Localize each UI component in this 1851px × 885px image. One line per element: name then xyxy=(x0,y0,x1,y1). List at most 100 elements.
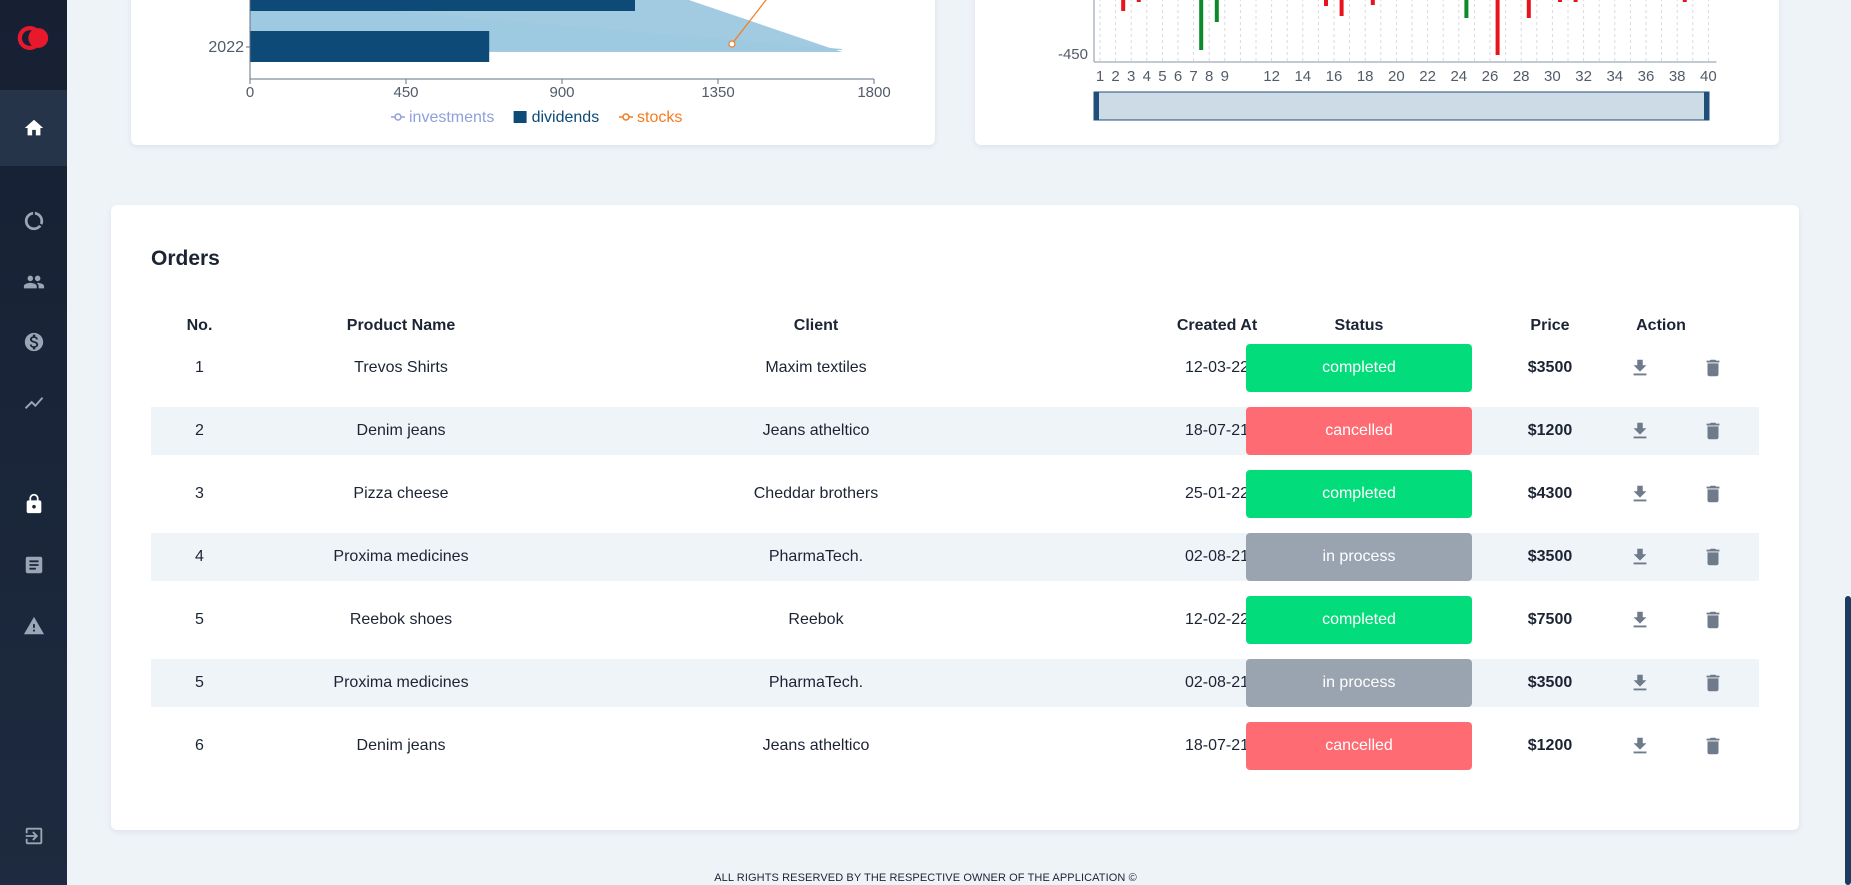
status-badge: cancelled xyxy=(1246,407,1472,455)
x-tick-label: 38 xyxy=(1669,68,1686,85)
table-row: 3 Pizza cheese Cheddar brothers 25-01-22 $43… xyxy=(151,470,1759,518)
cell-no: 3 xyxy=(195,485,204,502)
waterfall-bar xyxy=(1464,0,1469,18)
x-tick-label: 24 xyxy=(1450,68,1467,85)
home-icon xyxy=(24,119,43,136)
cell-client: Maxim textiles xyxy=(765,359,867,376)
cell-product-name: Reebok shoes xyxy=(349,611,453,628)
x-tick-label: 450 xyxy=(393,84,418,101)
x-tick-label: 5 xyxy=(1158,68,1166,85)
cell-product-name: Trevos Shirts xyxy=(354,359,448,376)
download-icon xyxy=(1633,485,1647,502)
download-icon xyxy=(1633,359,1647,376)
download-button[interactable] xyxy=(1629,609,1651,631)
cell-client: Cheddar brothers xyxy=(753,485,879,502)
x-tick-label: 20 xyxy=(1388,68,1405,85)
download-button[interactable] xyxy=(1629,546,1651,568)
status-badge: in process xyxy=(1246,659,1472,707)
x-tick-label: 16 xyxy=(1326,68,1343,85)
table-row: 5 Reebok shoes Reebok 12-02-22 $7500 complete… xyxy=(151,596,1759,644)
delete-button[interactable] xyxy=(1702,357,1724,379)
orders-card: Orders No. Product Name Client Created A… xyxy=(111,205,1799,830)
x-tick-label: 36 xyxy=(1638,68,1655,85)
trash-icon xyxy=(1706,737,1720,755)
sidebar-item-security[interactable] xyxy=(0,482,67,526)
legend-label-dividends: dividends xyxy=(532,109,600,126)
delete-button[interactable] xyxy=(1702,609,1724,631)
sidebar-item-home[interactable] xyxy=(0,90,67,166)
sidebar-item-users[interactable] xyxy=(0,260,67,304)
logo-icon[interactable] xyxy=(0,16,67,60)
cell-product-name: Denim jeans xyxy=(356,737,446,754)
cell-price: $3500 xyxy=(1527,359,1573,376)
cell-no: 1 xyxy=(195,359,204,376)
table-row: 1 Trevos Shirts Maxim textiles 12-03-22 $350… xyxy=(151,344,1759,392)
delete-button[interactable] xyxy=(1702,672,1724,694)
page-scrollbar-thumb[interactable] xyxy=(1845,596,1851,885)
sidebar-item-trends[interactable] xyxy=(0,381,67,425)
cell-client: Jeans atheltico xyxy=(762,422,870,439)
delete-button[interactable] xyxy=(1702,546,1724,568)
cell-price: $1200 xyxy=(1527,737,1573,754)
stocks-point-2022 xyxy=(728,40,736,48)
cell-no: 5 xyxy=(195,611,204,628)
trash-icon xyxy=(1706,548,1720,566)
waterfall-bar xyxy=(1214,0,1219,22)
cell-no: 4 xyxy=(195,548,204,565)
download-button[interactable] xyxy=(1629,420,1651,442)
x-tick-label: 1350 xyxy=(701,84,734,101)
x-tick-label: 4 xyxy=(1143,68,1151,85)
sidebar-item-finance[interactable] xyxy=(0,320,67,364)
x-tick-label: 12 xyxy=(1263,68,1280,85)
cell-price: $3500 xyxy=(1527,674,1573,691)
page-scrollbar[interactable] xyxy=(1843,0,1851,885)
x-tick-label: 0 xyxy=(246,84,254,101)
download-icon xyxy=(1633,611,1647,628)
cell-price: $3500 xyxy=(1527,548,1573,565)
sidebar-item-documents[interactable] xyxy=(0,543,67,587)
x-tick-label: 14 xyxy=(1294,68,1311,85)
cell-client: PharmaTech. xyxy=(768,674,864,691)
cell-no: 2 xyxy=(195,422,204,439)
legend-marker-dividends xyxy=(513,111,527,123)
x-tick-label: 2 xyxy=(1111,68,1119,85)
download-button[interactable] xyxy=(1629,483,1651,505)
table-row: 2 Denim jeans Jeans atheltico 18-07-21 $1200… xyxy=(151,407,1759,455)
logout-icon xyxy=(25,827,42,845)
download-button[interactable] xyxy=(1629,672,1651,694)
sidebar-item-analytics[interactable] xyxy=(0,199,67,243)
profit-loss-chart-card: -450 1 2 3 4 5 6 7 8 9 12 14 16 18 20 22 24 26 28 30 32 34 36 3… xyxy=(975,0,1779,145)
lock-icon xyxy=(26,493,41,514)
delete-button[interactable] xyxy=(1702,483,1724,505)
column-header-product-name: Product Name xyxy=(346,317,456,334)
cell-product-name: Proxima medicines xyxy=(333,674,469,691)
status-badge: completed xyxy=(1246,596,1472,644)
sidebar-item-logout[interactable] xyxy=(0,814,67,858)
delete-button[interactable] xyxy=(1702,420,1724,442)
waterfall-bar xyxy=(1370,0,1375,5)
dividends-bar-2023 xyxy=(250,0,635,11)
trash-icon xyxy=(1706,611,1720,629)
status-badge: cancelled xyxy=(1246,722,1472,770)
waterfall-bar xyxy=(1495,0,1500,55)
column-header-status: Status xyxy=(1334,317,1384,334)
trash-icon xyxy=(1706,485,1720,503)
x-tick-label: 6 xyxy=(1174,68,1182,85)
delete-button[interactable] xyxy=(1702,735,1724,757)
legend-label-stocks: stocks xyxy=(637,109,682,126)
table-header-row: No. Product Name Client Created At Statu… xyxy=(151,302,1759,350)
table-row: 6 Denim jeans Jeans atheltico 18-07-21 $1200… xyxy=(151,722,1759,770)
legend-dot-investments xyxy=(394,113,402,121)
table-row: 5 Proxima medicines PharmaTech. 02-08-21 $35… xyxy=(151,659,1759,707)
download-button[interactable] xyxy=(1629,357,1651,379)
table-row: 4 Proxima medicines PharmaTech. 02-08-21 $35… xyxy=(151,533,1759,581)
x-tick-label: 3 xyxy=(1127,68,1135,85)
waterfall-bar xyxy=(1136,0,1141,2)
cell-no: 5 xyxy=(195,674,204,691)
column-header-client: Client xyxy=(793,317,839,334)
sidebar-item-alerts[interactable] xyxy=(0,604,67,648)
download-button[interactable] xyxy=(1629,735,1651,757)
x-tick-label: 7 xyxy=(1189,68,1197,85)
footer-copyright: ALL RIGHTS RESERVED BY THE RESPECTIVE OW… xyxy=(714,872,1137,884)
trash-icon xyxy=(1706,359,1720,377)
